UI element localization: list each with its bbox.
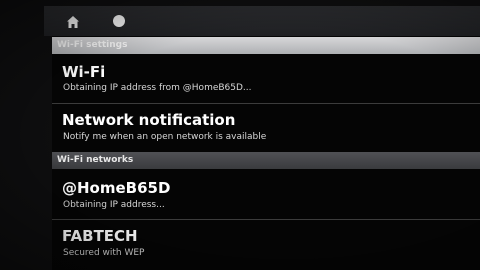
network-notification-row[interactable]: Network notification Notify me when an o… <box>52 104 480 150</box>
network-notification-description: Notify me when an open network is availa… <box>63 132 267 142</box>
network-ssid: @HomeB65D <box>62 179 171 197</box>
network-notification-title: Network notification <box>62 111 236 129</box>
circle-icon[interactable] <box>112 14 126 28</box>
network-item[interactable]: @HomeB65D Obtaining IP address... <box>52 170 480 218</box>
network-status: Secured with WEP <box>63 248 145 258</box>
wifi-settings-header: Wi-Fi settings <box>52 37 480 54</box>
wifi-toggle-row[interactable]: Wi-Fi Obtaining IP address from @HomeB65… <box>52 54 480 102</box>
network-status: Obtaining IP address... <box>63 200 165 210</box>
settings-screen: Wi-Fi settings Wi-Fi Obtaining IP addres… <box>0 0 480 270</box>
home-icon[interactable] <box>65 14 81 30</box>
wifi-status: Obtaining IP address from @HomeB65D... <box>63 83 252 93</box>
wifi-title: Wi-Fi <box>62 63 106 81</box>
network-item[interactable]: FABTECH Secured with WEP <box>52 220 480 270</box>
system-bar <box>44 6 480 36</box>
network-ssid: FABTECH <box>62 227 138 245</box>
wifi-networks-header: Wi-Fi networks <box>52 152 480 169</box>
